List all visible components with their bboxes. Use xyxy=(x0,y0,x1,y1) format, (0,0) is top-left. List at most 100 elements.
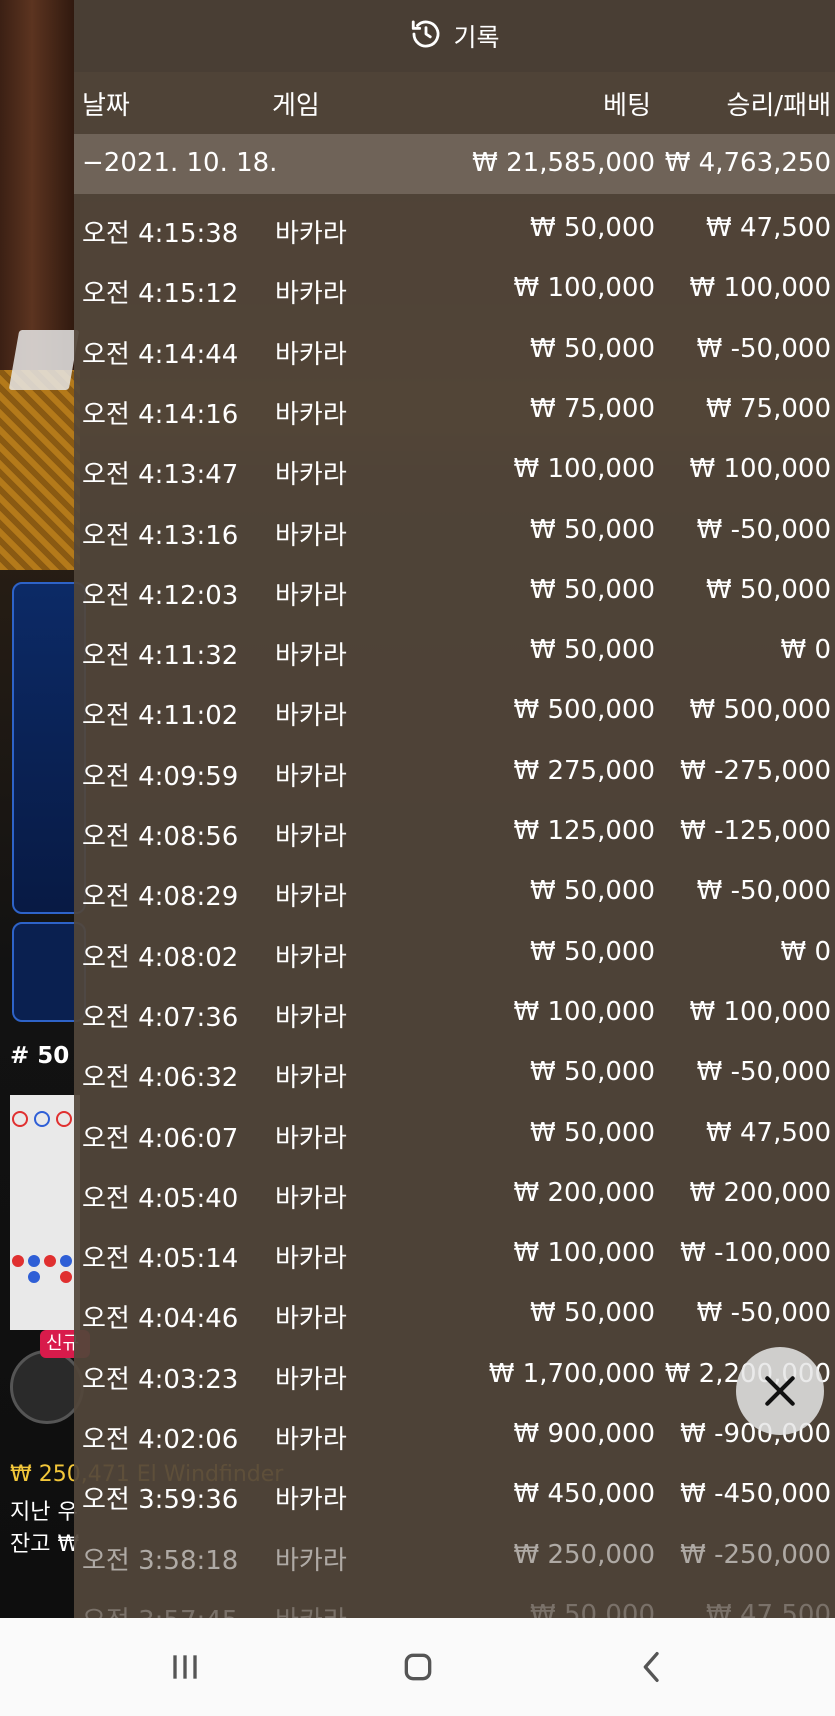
row-time: 오전 4:06:07 xyxy=(82,1124,239,1154)
history-row[interactable]: 오전 4:04:46 바카라 ₩ 50,000 ₩ -50,000 xyxy=(74,1284,835,1344)
close-icon xyxy=(765,1376,795,1406)
history-row[interactable]: 오전 4:15:12 바카라 ₩ 100,000 ₩ 100,000 xyxy=(74,259,835,319)
row-time: 오전 4:04:46 xyxy=(82,1304,239,1334)
row-game: 바카라 xyxy=(275,1244,347,1274)
chip-icon[interactable] xyxy=(10,1350,84,1424)
history-row[interactable]: 오전 4:08:02 바카라 ₩ 50,000 ₩ 0 xyxy=(74,923,835,983)
row-winloss: ₩ 47,500 xyxy=(706,213,831,243)
back-button[interactable] xyxy=(622,1640,682,1694)
row-game: 바카라 xyxy=(275,1365,347,1395)
row-time: 오전 4:09:59 xyxy=(82,762,239,792)
card-shoe xyxy=(8,330,80,390)
row-time: 오전 4:11:02 xyxy=(82,701,239,731)
row-bet: ₩ 50,000 xyxy=(530,1600,655,1618)
row-time: 오전 4:14:44 xyxy=(82,340,239,370)
row-bet: ₩ 1,700,000 xyxy=(488,1359,655,1389)
row-bet: ₩ 50,000 xyxy=(530,1298,655,1328)
row-winloss: ₩ 500,000 xyxy=(689,695,832,725)
history-row[interactable]: 오전 4:08:56 바카라 ₩ 125,000 ₩ -125,000 xyxy=(74,802,835,862)
row-game: 바카라 xyxy=(275,340,347,370)
history-row[interactable]: 오전 4:05:14 바카라 ₩ 100,000 ₩ -100,000 xyxy=(74,1224,835,1284)
row-game: 바카라 xyxy=(275,279,347,309)
row-bet: ₩ 450,000 xyxy=(513,1479,656,1509)
row-game: 바카라 xyxy=(275,701,347,731)
history-row[interactable]: 오전 4:11:32 바카라 ₩ 50,000 ₩ 0 xyxy=(74,621,835,681)
column-header-winloss: 승리/패배 xyxy=(726,91,831,121)
row-winloss: ₩ 100,000 xyxy=(689,273,832,303)
row-winloss: ₩ -50,000 xyxy=(696,334,831,364)
history-row[interactable]: 오전 4:11:02 바카라 ₩ 500,000 ₩ 500,000 xyxy=(74,681,835,741)
casino-carpet xyxy=(0,370,80,570)
date-summary-row[interactable]: −2021. 10. 18. ₩ 21,585,000 ₩ 4,763,250 xyxy=(74,134,835,194)
history-row[interactable]: 오전 4:08:29 바카라 ₩ 50,000 ₩ -50,000 xyxy=(74,862,835,922)
history-row[interactable]: 오전 4:06:07 바카라 ₩ 50,000 ₩ 47,500 xyxy=(74,1104,835,1164)
row-game: 바카라 xyxy=(275,1600,347,1618)
column-header-date: 날짜 xyxy=(82,91,130,121)
row-game: 바카라 xyxy=(275,1485,347,1515)
row-game: 바카라 xyxy=(275,1063,347,1093)
recent-apps-icon xyxy=(173,1655,197,1679)
row-game: 바카라 xyxy=(275,581,347,611)
history-row[interactable]: 오전 4:02:06 바카라 ₩ 900,000 ₩ -900,000 xyxy=(74,1405,835,1465)
row-winloss: ₩ -100,000 xyxy=(680,1238,831,1268)
row-bet: ₩ 50,000 xyxy=(530,1057,655,1087)
home-button[interactable] xyxy=(388,1640,448,1694)
history-row[interactable]: 오전 4:06:32 바카라 ₩ 50,000 ₩ -50,000 xyxy=(74,1043,835,1103)
remaining-line: 잔고 ₩ xyxy=(10,1532,80,1557)
row-winloss: ₩ -50,000 xyxy=(696,876,831,906)
row-winloss: ₩ 47,500 xyxy=(706,1118,831,1148)
history-row[interactable]: 오전 4:07:36 바카라 ₩ 100,000 ₩ 100,000 xyxy=(74,983,835,1043)
close-button[interactable] xyxy=(736,1347,824,1435)
bead-road xyxy=(10,1095,80,1330)
row-bet: ₩ 50,000 xyxy=(530,213,655,243)
history-row[interactable]: 오전 4:14:44 바카라 ₩ 50,000 ₩ -50,000 xyxy=(74,320,835,380)
row-winloss: ₩ -50,000 xyxy=(696,515,831,545)
row-bet: ₩ 100,000 xyxy=(513,1238,656,1268)
row-time: 오전 3:58:18 xyxy=(82,1546,239,1576)
row-game: 바카라 xyxy=(275,1425,347,1455)
history-row[interactable]: 오전 4:13:16 바카라 ₩ 50,000 ₩ -50,000 xyxy=(74,501,835,561)
summary-date: −2021. 10. 18. xyxy=(82,148,278,178)
history-row[interactable]: 오전 4:03:23바카라₩ 1,700,000₩ 2,200,000 xyxy=(74,1345,835,1405)
system-nav-bar xyxy=(0,1618,835,1716)
row-time: 오전 4:06:32 xyxy=(82,1063,239,1093)
summary-winloss: ₩ 4,763,250 xyxy=(664,148,831,178)
row-bet: ₩ 100,000 xyxy=(513,997,656,1027)
row-time: 오전 4:07:36 xyxy=(82,1003,239,1033)
history-row[interactable]: 오전 3:57:45 바카라 ₩ 50,000 ₩ 47,500 xyxy=(74,1586,835,1618)
row-time: 오전 4:03:23 xyxy=(82,1365,239,1395)
history-icon xyxy=(409,17,443,55)
row-bet: ₩ 275,000 xyxy=(513,756,656,786)
row-bet: ₩ 100,000 xyxy=(513,454,656,484)
row-bet: ₩ 50,000 xyxy=(530,635,655,665)
history-row[interactable]: 오전 3:59:36 바카라 ₩ 450,000 ₩ -450,000 xyxy=(74,1465,835,1525)
row-time: 오전 4:12:03 xyxy=(82,581,239,611)
row-winloss: ₩ 0 xyxy=(780,937,831,967)
row-winloss: ₩ 100,000 xyxy=(689,997,832,1027)
history-row[interactable]: 오전 4:14:16 바카라 ₩ 75,000 ₩ 75,000 xyxy=(74,380,835,440)
row-game: 바카라 xyxy=(275,882,347,912)
history-row[interactable]: 오전 3:58:18 바카라 ₩ 250,000 ₩ -250,000 xyxy=(74,1526,835,1586)
row-bet: ₩ 200,000 xyxy=(513,1178,656,1208)
row-game: 바카라 xyxy=(275,219,347,249)
history-row[interactable]: 오전 4:12:03 바카라 ₩ 50,000 ₩ 50,000 xyxy=(74,561,835,621)
row-time: 오전 4:13:16 xyxy=(82,521,239,551)
row-bet: ₩ 50,000 xyxy=(530,876,655,906)
row-time: 오전 3:57:45 xyxy=(82,1600,238,1618)
row-bet: ₩ 75,000 xyxy=(530,394,655,424)
column-header-bet: 베팅 xyxy=(603,91,651,121)
row-winloss: ₩ 50,000 xyxy=(706,575,831,605)
row-bet: ₩ 900,000 xyxy=(513,1419,656,1449)
row-time: 오전 4:05:40 xyxy=(82,1184,239,1214)
row-winloss: ₩ 47,500 xyxy=(706,1600,831,1618)
history-row[interactable]: 오전 4:15:38 바카라 ₩ 50,000 ₩ 47,500 xyxy=(74,199,835,259)
history-panel: 기록 날짜 게임 베팅 승리/패배 −2021. 10. 18. ₩ 21,58… xyxy=(74,0,835,1618)
row-time: 오전 4:02:06 xyxy=(82,1425,239,1455)
history-row[interactable]: 오전 4:13:47 바카라 ₩ 100,000 ₩ 100,000 xyxy=(74,440,835,500)
row-bet: ₩ 500,000 xyxy=(513,695,656,725)
history-row[interactable]: 오전 4:09:59 바카라 ₩ 275,000 ₩ -275,000 xyxy=(74,742,835,802)
row-winloss: ₩ 100,000 xyxy=(689,454,832,484)
row-time: 오전 4:14:16 xyxy=(82,400,239,430)
history-row[interactable]: 오전 4:05:40 바카라 ₩ 200,000 ₩ 200,000 xyxy=(74,1164,835,1224)
recent-apps-button[interactable] xyxy=(155,1640,215,1694)
